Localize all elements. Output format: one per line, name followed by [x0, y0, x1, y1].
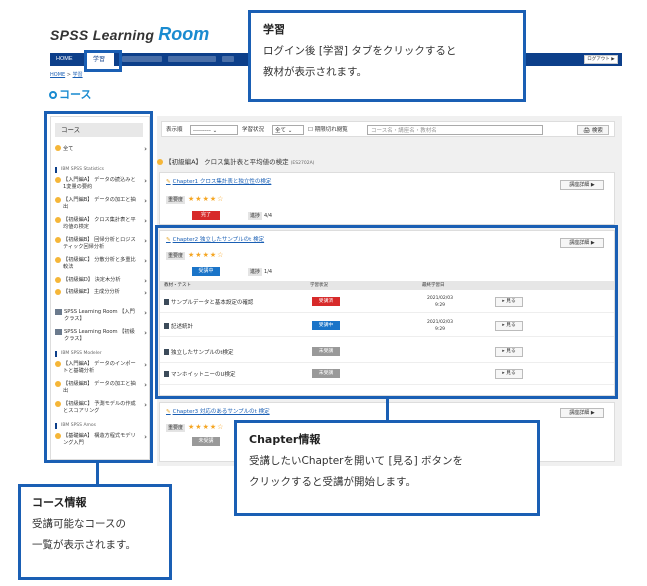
logo-room-text: Room — [158, 24, 210, 44]
nav-home[interactable]: HOME — [56, 53, 73, 66]
breadcrumb-home[interactable]: HOME — [50, 72, 65, 78]
callout-title: Chapter情報 — [249, 433, 321, 446]
logout-button[interactable]: ログアウト ▶ — [584, 55, 618, 64]
status-label: 学習状況 — [242, 127, 265, 133]
callout-text: ログイン後 [学習] タブをクリックすると — [263, 45, 457, 57]
sort-label: 表示順 — [166, 127, 183, 133]
importance: 重要度 ★★★★☆ — [166, 423, 225, 432]
chapter-card: ✎ Chapter1 クロス集計表と独立性の検定 講座詳細 ▶ 重要度 ★★★★☆ … — [159, 172, 615, 225]
highlight-chapter — [155, 225, 618, 399]
search-button[interactable]: 🖨 検索 — [577, 125, 609, 135]
chevron-down-icon: ⌄ — [287, 128, 293, 134]
chapter-detail-button[interactable]: 講座詳細 ▶ — [560, 180, 604, 190]
chapter-detail-button[interactable]: 講座詳細 ▶ — [560, 408, 604, 418]
filter-bar: 表示順 --------- ⌄ 学習状況 全て ⌄ ☐ 期限切れ閲覧 コース名・… — [161, 121, 615, 137]
chevron-down-icon: ⌄ — [212, 128, 218, 134]
breadcrumb: HOME > 学習 — [50, 71, 83, 78]
pencil-icon: ✎ — [166, 179, 171, 185]
checkbox[interactable]: ☐ — [308, 127, 313, 133]
expired-checkbox-wrap[interactable]: ☐ 期限切れ閲覧 — [308, 125, 348, 135]
callout-text: クリックすると受講が開始します。 — [249, 476, 416, 488]
connector-line — [96, 462, 99, 486]
callout-title: 学習 — [263, 23, 285, 36]
breadcrumb-sep: > — [66, 72, 71, 78]
folder-icon — [157, 159, 163, 165]
callout-course: コース情報 受講可能なコースの 一覧が表示されます。 — [18, 484, 172, 580]
page-title-text: コース — [59, 88, 92, 101]
star-rating: ★★★★☆ — [188, 195, 225, 203]
nav-hidden-item[interactable] — [122, 56, 162, 62]
course-header: 【初級編A】 クロス集計表と平均値の検定 (ES2702A) — [157, 156, 314, 166]
page-title: コース — [49, 86, 91, 102]
nav-hidden-item[interactable] — [168, 56, 216, 62]
pencil-icon: ✎ — [166, 409, 171, 415]
callout-text: 教材が表示されます。 — [263, 66, 367, 78]
callout-study: 学習 ログイン後 [学習] タブをクリックすると 教材が表示されます。 — [248, 10, 526, 102]
logo-text: SPSS Learning — [50, 27, 155, 43]
circle-icon — [49, 91, 57, 99]
highlight-sidebar — [44, 111, 153, 463]
course-title: 【初級編A】 クロス集計表と平均値の検定 — [165, 158, 289, 166]
breadcrumb-current[interactable]: 学習 — [73, 72, 83, 78]
app-logo: SPSS Learning Room — [50, 24, 209, 45]
nav-hidden-item[interactable] — [222, 56, 234, 62]
callout-text: 受講可能なコースの — [32, 518, 126, 530]
status-badge: 未受講 — [192, 437, 220, 446]
status-badge: 完了 — [192, 211, 220, 220]
lock-icon: 🖨 — [583, 128, 591, 134]
callout-chapter: Chapter情報 受講したいChapterを開いて [見る] ボタンを クリッ… — [234, 420, 540, 516]
callout-title: コース情報 — [32, 496, 87, 509]
importance: 重要度 ★★★★☆ — [166, 195, 225, 204]
sort-select[interactable]: --------- ⌄ — [190, 125, 238, 135]
status-select[interactable]: 全て ⌄ — [272, 125, 304, 135]
star-rating: ★★★★☆ — [188, 423, 225, 431]
callout-text: 受講したいChapterを開いて [見る] ボタンを — [249, 455, 464, 467]
highlight-study-tab — [84, 50, 122, 72]
connector-line — [386, 398, 389, 422]
callout-text: 一覧が表示されます。 — [32, 539, 136, 551]
progress: 進捗 4/4 — [248, 212, 273, 220]
chapter-title-link[interactable]: ✎ Chapter3 対応のあるサンプルのt 検定 — [166, 407, 270, 415]
chapter-title-link[interactable]: ✎ Chapter1 クロス集計表と独立性の検定 — [166, 177, 271, 185]
search-input[interactable]: コース名・講座名・教材名 — [367, 125, 543, 135]
course-code: (ES2702A) — [290, 161, 315, 166]
